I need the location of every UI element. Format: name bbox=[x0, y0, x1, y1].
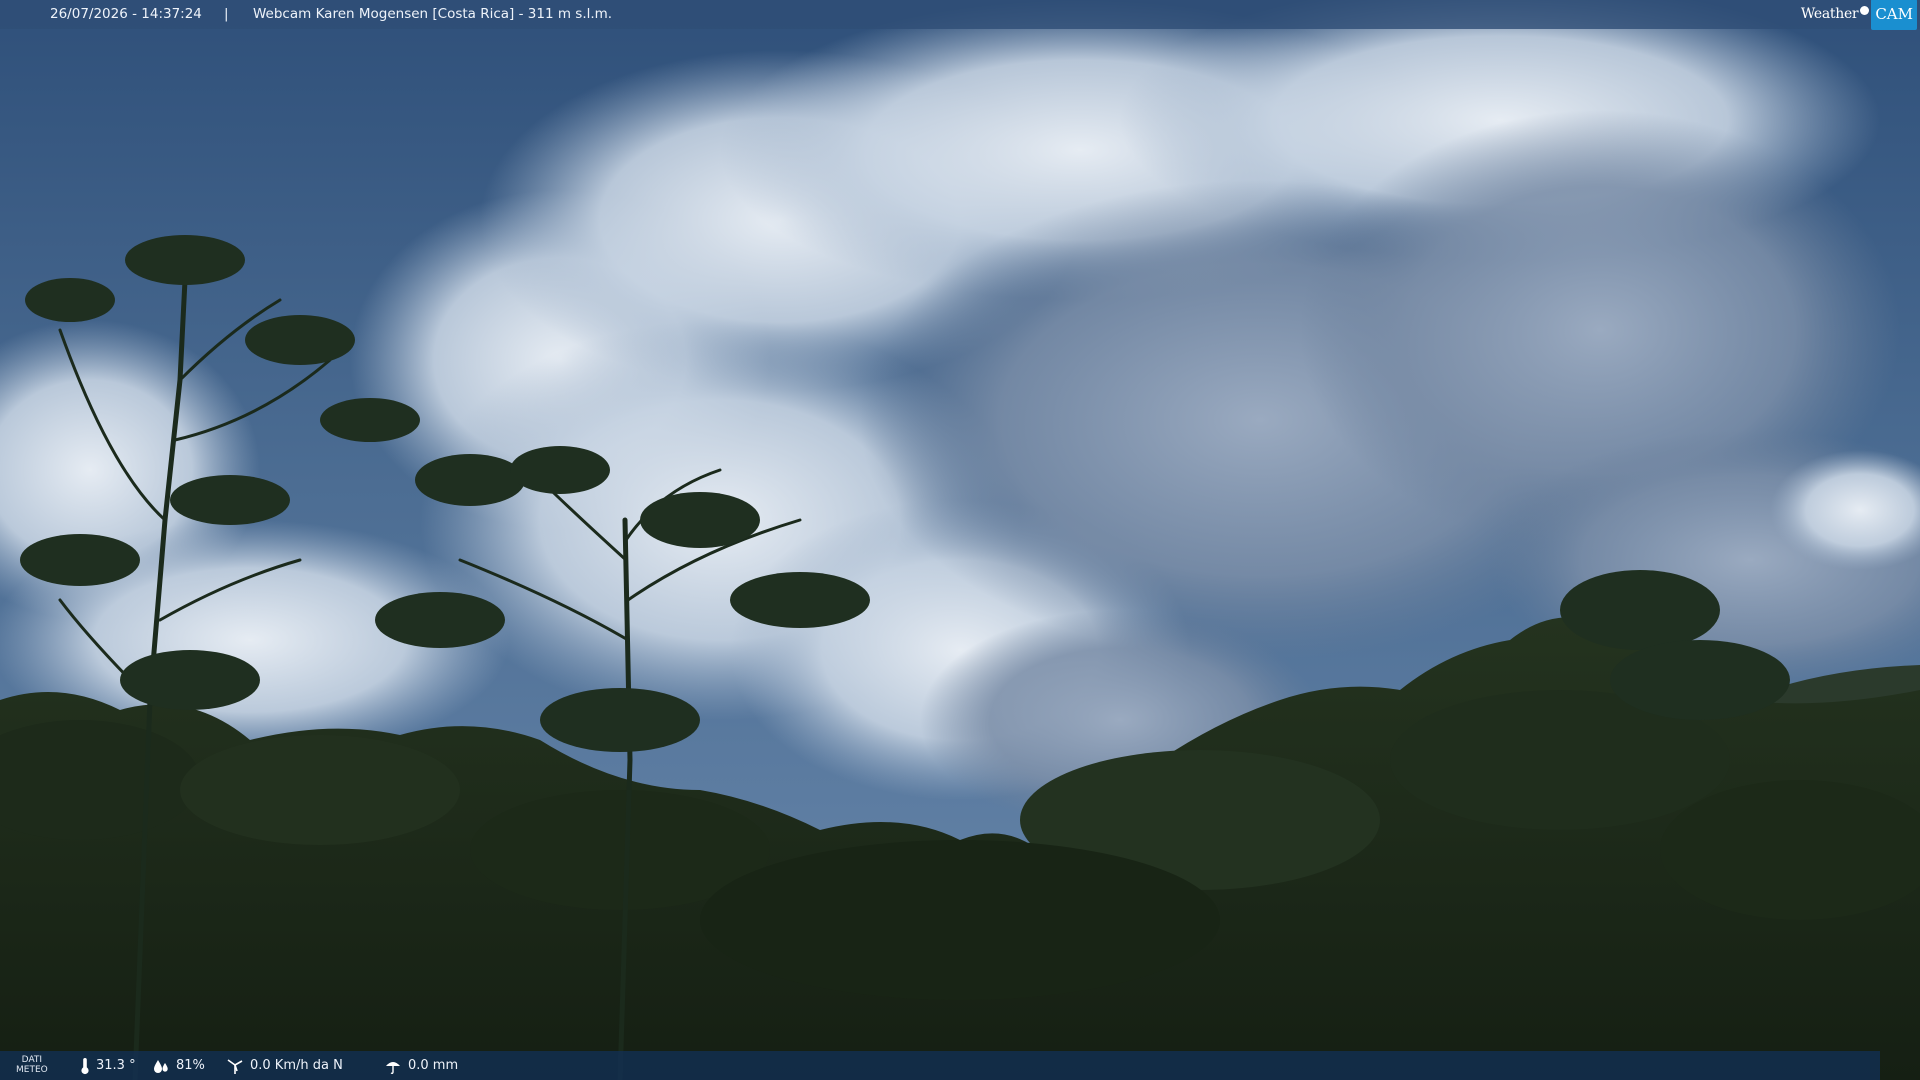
rain-reading: 0.0 mm bbox=[384, 1051, 458, 1080]
meteo-label: DATI METEO bbox=[16, 1055, 48, 1075]
webcam-landscape-image bbox=[0, 0, 1920, 1080]
timestamp: 26/07/2026 - 14:37:24 bbox=[50, 6, 202, 22]
meteo-data-bar: DATI METEO 31.3 ° 81% 0.0 Km/h da N 0.0 … bbox=[0, 1051, 1880, 1080]
meteo-label-line1: DATI bbox=[21, 1055, 43, 1065]
wind-turbine-icon bbox=[227, 1058, 243, 1074]
weathercam-logo: Weather CAM bbox=[1801, 0, 1917, 30]
logo-weather-text: Weather bbox=[1800, 5, 1859, 22]
webcam-frame: 26/07/2026 - 14:37:24 | Webcam Karen Mog… bbox=[0, 0, 1920, 1080]
humidity-reading: 81% bbox=[152, 1051, 205, 1080]
wind-reading: 0.0 Km/h da N bbox=[226, 1051, 343, 1080]
thermometer-icon bbox=[81, 1057, 89, 1074]
logo-cam-text: CAM bbox=[1871, 0, 1917, 30]
title-separator: | bbox=[224, 6, 229, 22]
wind-value: 0.0 Km/h da N bbox=[250, 1058, 343, 1073]
droplets-icon bbox=[154, 1059, 168, 1073]
temperature-reading: 31.3 ° bbox=[80, 1051, 136, 1080]
logo-dot-icon bbox=[1860, 5, 1870, 15]
meteo-label-line2: METEO bbox=[16, 1065, 48, 1075]
umbrella-icon bbox=[386, 1061, 400, 1074]
temperature-value: 31.3 ° bbox=[96, 1058, 136, 1073]
webcam-title: Webcam Karen Mogensen [Costa Rica] - 311… bbox=[253, 6, 613, 22]
top-overlay-bar: 26/07/2026 - 14:37:24 | Webcam Karen Mog… bbox=[0, 0, 1920, 30]
rain-value: 0.0 mm bbox=[408, 1058, 459, 1073]
humidity-value: 81% bbox=[176, 1058, 205, 1073]
